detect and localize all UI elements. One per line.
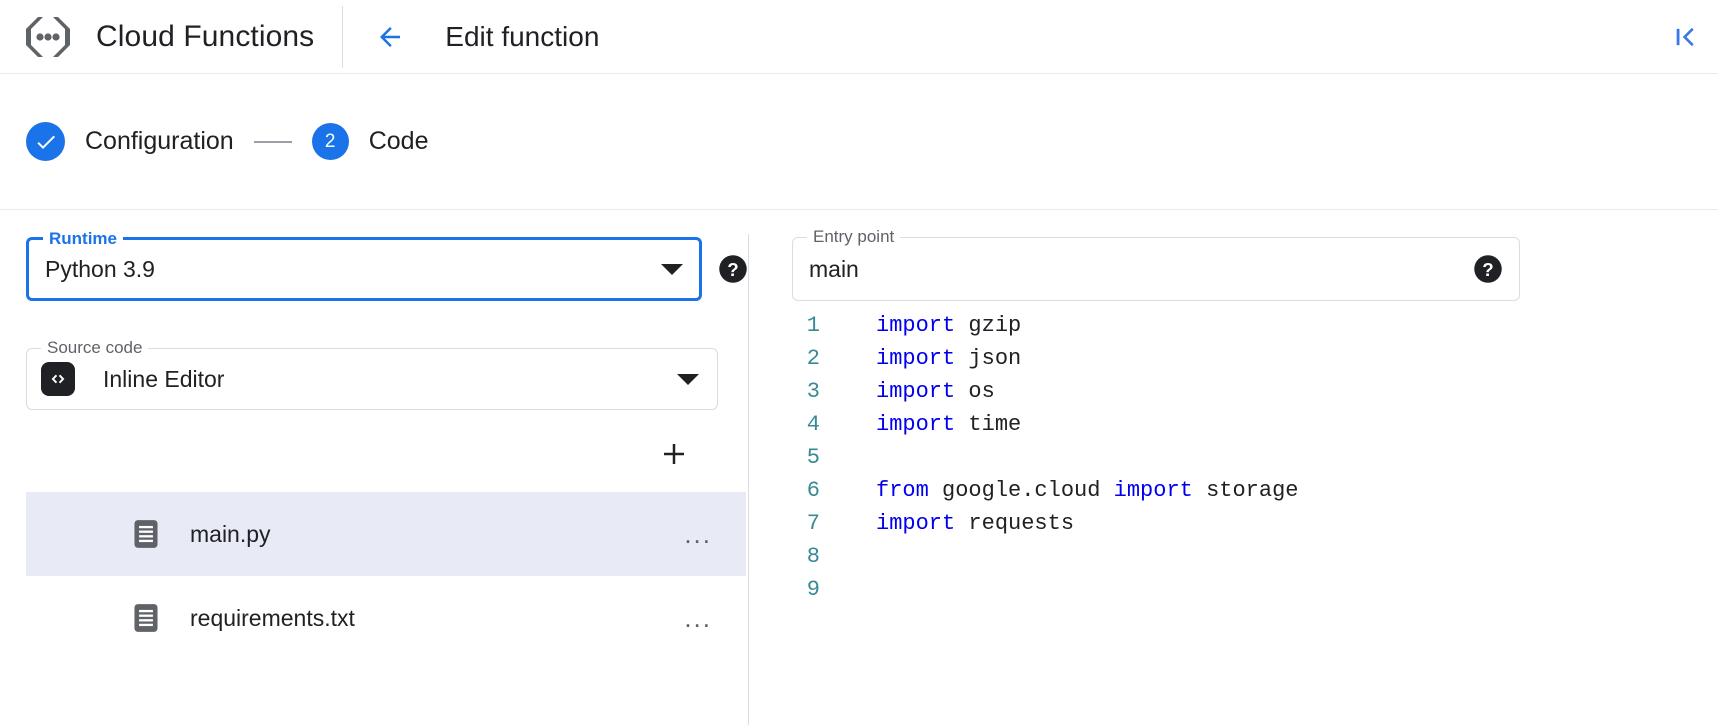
file-name: main.py <box>190 521 680 548</box>
file-list: main.py ... requirements.txt ... <box>26 492 746 660</box>
cloud-functions-logo-icon <box>22 11 74 63</box>
line-number: 2 <box>762 342 820 375</box>
code-text[interactable]: import time <box>820 408 1021 441</box>
file-row-requirements-txt[interactable]: requirements.txt ... <box>26 576 746 660</box>
code-text[interactable] <box>820 573 889 606</box>
code-editor[interactable]: 1import gzip2import json3import os4impor… <box>748 301 1718 606</box>
left-panel: Runtime Python 3.9 ? Source code <box>0 210 748 725</box>
runtime-label: Runtime <box>43 229 123 249</box>
collapse-panel-icon[interactable] <box>1672 23 1700 51</box>
brand-title: Cloud Functions <box>96 20 314 54</box>
chevron-down-icon[interactable] <box>661 264 683 275</box>
file-document-icon <box>132 519 160 549</box>
step-code[interactable]: 2 Code <box>312 123 429 160</box>
code-text[interactable]: import requests <box>820 507 1074 540</box>
code-line: 6from google.cloud import storage <box>762 474 1718 507</box>
code-brackets-icon <box>41 362 75 396</box>
code-text[interactable]: import json <box>820 342 1021 375</box>
arrow-left-icon[interactable] <box>375 22 405 52</box>
file-document-icon <box>132 603 160 633</box>
right-panel: Entry point main ? 1import gzip2import j… <box>748 210 1718 725</box>
code-line: 3import os <box>762 375 1718 408</box>
check-icon <box>26 122 65 161</box>
code-line: 5 <box>762 441 1718 474</box>
step-configuration[interactable]: Configuration <box>26 122 234 161</box>
runtime-select[interactable]: Runtime Python 3.9 <box>26 237 702 301</box>
source-code-value: Inline Editor <box>103 366 665 393</box>
header-actions <box>1672 23 1700 51</box>
line-number: 4 <box>762 408 820 441</box>
line-number: 6 <box>762 474 820 507</box>
line-number: 1 <box>762 309 820 342</box>
file-row-main-py[interactable]: main.py ... <box>26 492 746 576</box>
step-label-code: Code <box>369 127 429 156</box>
add-file-button[interactable] <box>654 434 694 474</box>
wizard-stepper: Configuration 2 Code <box>0 74 1718 210</box>
plus-icon <box>659 439 689 469</box>
back-block: Edit function <box>343 21 599 53</box>
file-more-menu-icon[interactable]: ... <box>680 607 716 629</box>
code-text[interactable] <box>820 540 889 573</box>
svg-text:?: ? <box>727 259 738 280</box>
line-number: 5 <box>762 441 820 474</box>
code-text[interactable]: import os <box>820 375 995 408</box>
page-title: Edit function <box>445 21 599 53</box>
help-circle-icon[interactable]: ? <box>1473 254 1503 284</box>
add-file-row <box>0 410 748 474</box>
entry-point-value[interactable]: main <box>809 256 1473 283</box>
line-number: 9 <box>762 573 820 606</box>
step-number-badge: 2 <box>312 123 349 160</box>
code-line: 8 <box>762 540 1718 573</box>
runtime-value: Python 3.9 <box>45 256 649 283</box>
code-line: 1import gzip <box>762 309 1718 342</box>
step-label-configuration: Configuration <box>85 127 234 156</box>
entry-point-label: Entry point <box>807 227 900 247</box>
code-text[interactable] <box>820 441 889 474</box>
entry-point-row: Entry point main ? <box>748 237 1718 301</box>
file-more-menu-icon[interactable]: ... <box>680 523 716 545</box>
top-header: Cloud Functions Edit function <box>0 0 1718 74</box>
runtime-row: Runtime Python 3.9 ? <box>0 237 748 301</box>
step-connector <box>254 141 292 143</box>
code-text[interactable]: import gzip <box>820 309 1021 342</box>
code-line: 2import json <box>762 342 1718 375</box>
code-line: 7import requests <box>762 507 1718 540</box>
line-number: 8 <box>762 540 820 573</box>
svg-text:?: ? <box>1482 259 1493 280</box>
chevron-down-icon[interactable] <box>677 374 699 385</box>
line-number: 3 <box>762 375 820 408</box>
source-code-select[interactable]: Source code Inline Editor <box>26 348 718 410</box>
code-line: 4import time <box>762 408 1718 441</box>
code-line: 9 <box>762 573 1718 606</box>
file-name: requirements.txt <box>190 605 680 632</box>
code-text[interactable]: from google.cloud import storage <box>820 474 1299 507</box>
source-code-row: Source code Inline Editor <box>0 301 748 410</box>
source-code-label: Source code <box>41 338 148 358</box>
entry-point-field[interactable]: Entry point main ? <box>792 237 1520 301</box>
main-body: Runtime Python 3.9 ? Source code <box>0 210 1718 725</box>
brand-block[interactable]: Cloud Functions <box>0 0 314 73</box>
line-number: 7 <box>762 507 820 540</box>
help-circle-icon[interactable]: ? <box>718 254 748 284</box>
